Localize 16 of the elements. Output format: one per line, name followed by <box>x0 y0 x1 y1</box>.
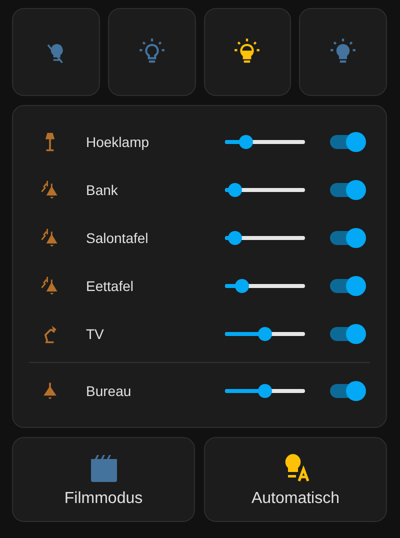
light-name: Hoeklamp <box>86 134 150 150</box>
light-name: Bank <box>86 182 119 198</box>
toggle-switch[interactable] <box>328 381 366 401</box>
light-name: Bureau <box>86 383 132 399</box>
light-mode-button[interactable] <box>299 8 387 96</box>
light-name: TV <box>86 326 105 342</box>
light-name: Eettafel <box>86 278 134 294</box>
scene-button[interactable]: Automatisch <box>204 437 387 522</box>
toggle-switch[interactable] <box>328 228 366 248</box>
light-mode-button[interactable] <box>204 8 292 96</box>
scene-button[interactable]: Filmmodus <box>12 437 195 522</box>
toggle-switch[interactable] <box>328 276 366 296</box>
toggle-switch[interactable] <box>328 324 366 344</box>
light-name: Salontafel <box>86 230 150 246</box>
toggle-switch[interactable] <box>328 132 366 152</box>
toggle-switch[interactable] <box>328 180 366 200</box>
